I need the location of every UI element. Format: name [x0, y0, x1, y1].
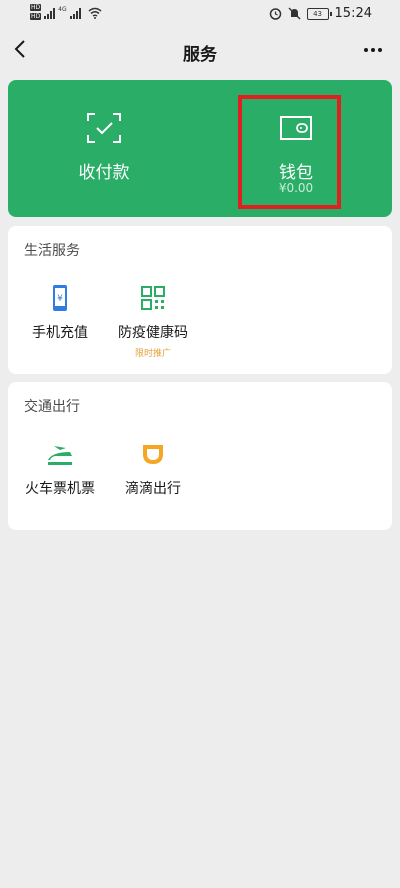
health-code-label: 防疫健康码: [118, 325, 188, 341]
status-right: 43 15:24: [269, 6, 372, 21]
phone-topup-label: 手机充值: [32, 325, 88, 341]
transport-title: 交通出行: [24, 399, 80, 415]
train-flight-label: 火车票机票: [25, 481, 95, 497]
page-title: 服务: [183, 45, 217, 65]
more-options-icon[interactable]: [362, 39, 384, 61]
phone-topup-icon: ¥: [53, 285, 67, 311]
health-code-button[interactable]: 防疫健康码 限时推广: [103, 284, 203, 359]
pay-receive-label: 收付款: [78, 163, 130, 183]
signal-icon: [44, 7, 56, 19]
didi-label: 滴滴出行: [125, 481, 181, 497]
scan-check-icon: [87, 113, 121, 143]
life-services-card: 生活服务 ¥ 手机充值 防疫健康码 限时推广: [8, 226, 392, 374]
qr-code-icon: [141, 286, 165, 310]
phone-topup-button[interactable]: ¥ 手机充值: [10, 284, 110, 342]
life-services-title: 生活服务: [24, 243, 80, 259]
status-left: HD HD 4G: [30, 4, 102, 20]
svg-text:¥: ¥: [57, 294, 63, 304]
sim-indicators: HD HD: [30, 4, 42, 20]
network-type: 4G: [58, 6, 67, 13]
status-bar: HD HD 4G 43 15:24: [0, 0, 400, 28]
signal-icon-2: [69, 7, 81, 19]
clock: 15:24: [334, 6, 372, 21]
promo-tag: 限时推广: [134, 349, 171, 359]
nav-bar: 服务: [0, 28, 400, 72]
didi-button[interactable]: 滴滴出行: [103, 440, 203, 498]
train-icon: [48, 446, 72, 465]
battery-icon: 43: [306, 7, 332, 20]
sim2-hd-badge: HD: [30, 13, 42, 20]
wifi-icon: [88, 7, 102, 19]
pay-receive-button[interactable]: 收付款: [8, 80, 200, 217]
sim1-hd-badge: HD: [30, 4, 42, 11]
transport-card: 交通出行 火车票机票 滴滴出行: [8, 382, 392, 530]
alarm-icon: [269, 8, 281, 20]
wallet-highlight-box: [238, 95, 341, 209]
train-flight-button[interactable]: 火车票机票: [10, 440, 110, 498]
mute-icon: [288, 7, 300, 20]
didi-icon: [143, 445, 163, 464]
